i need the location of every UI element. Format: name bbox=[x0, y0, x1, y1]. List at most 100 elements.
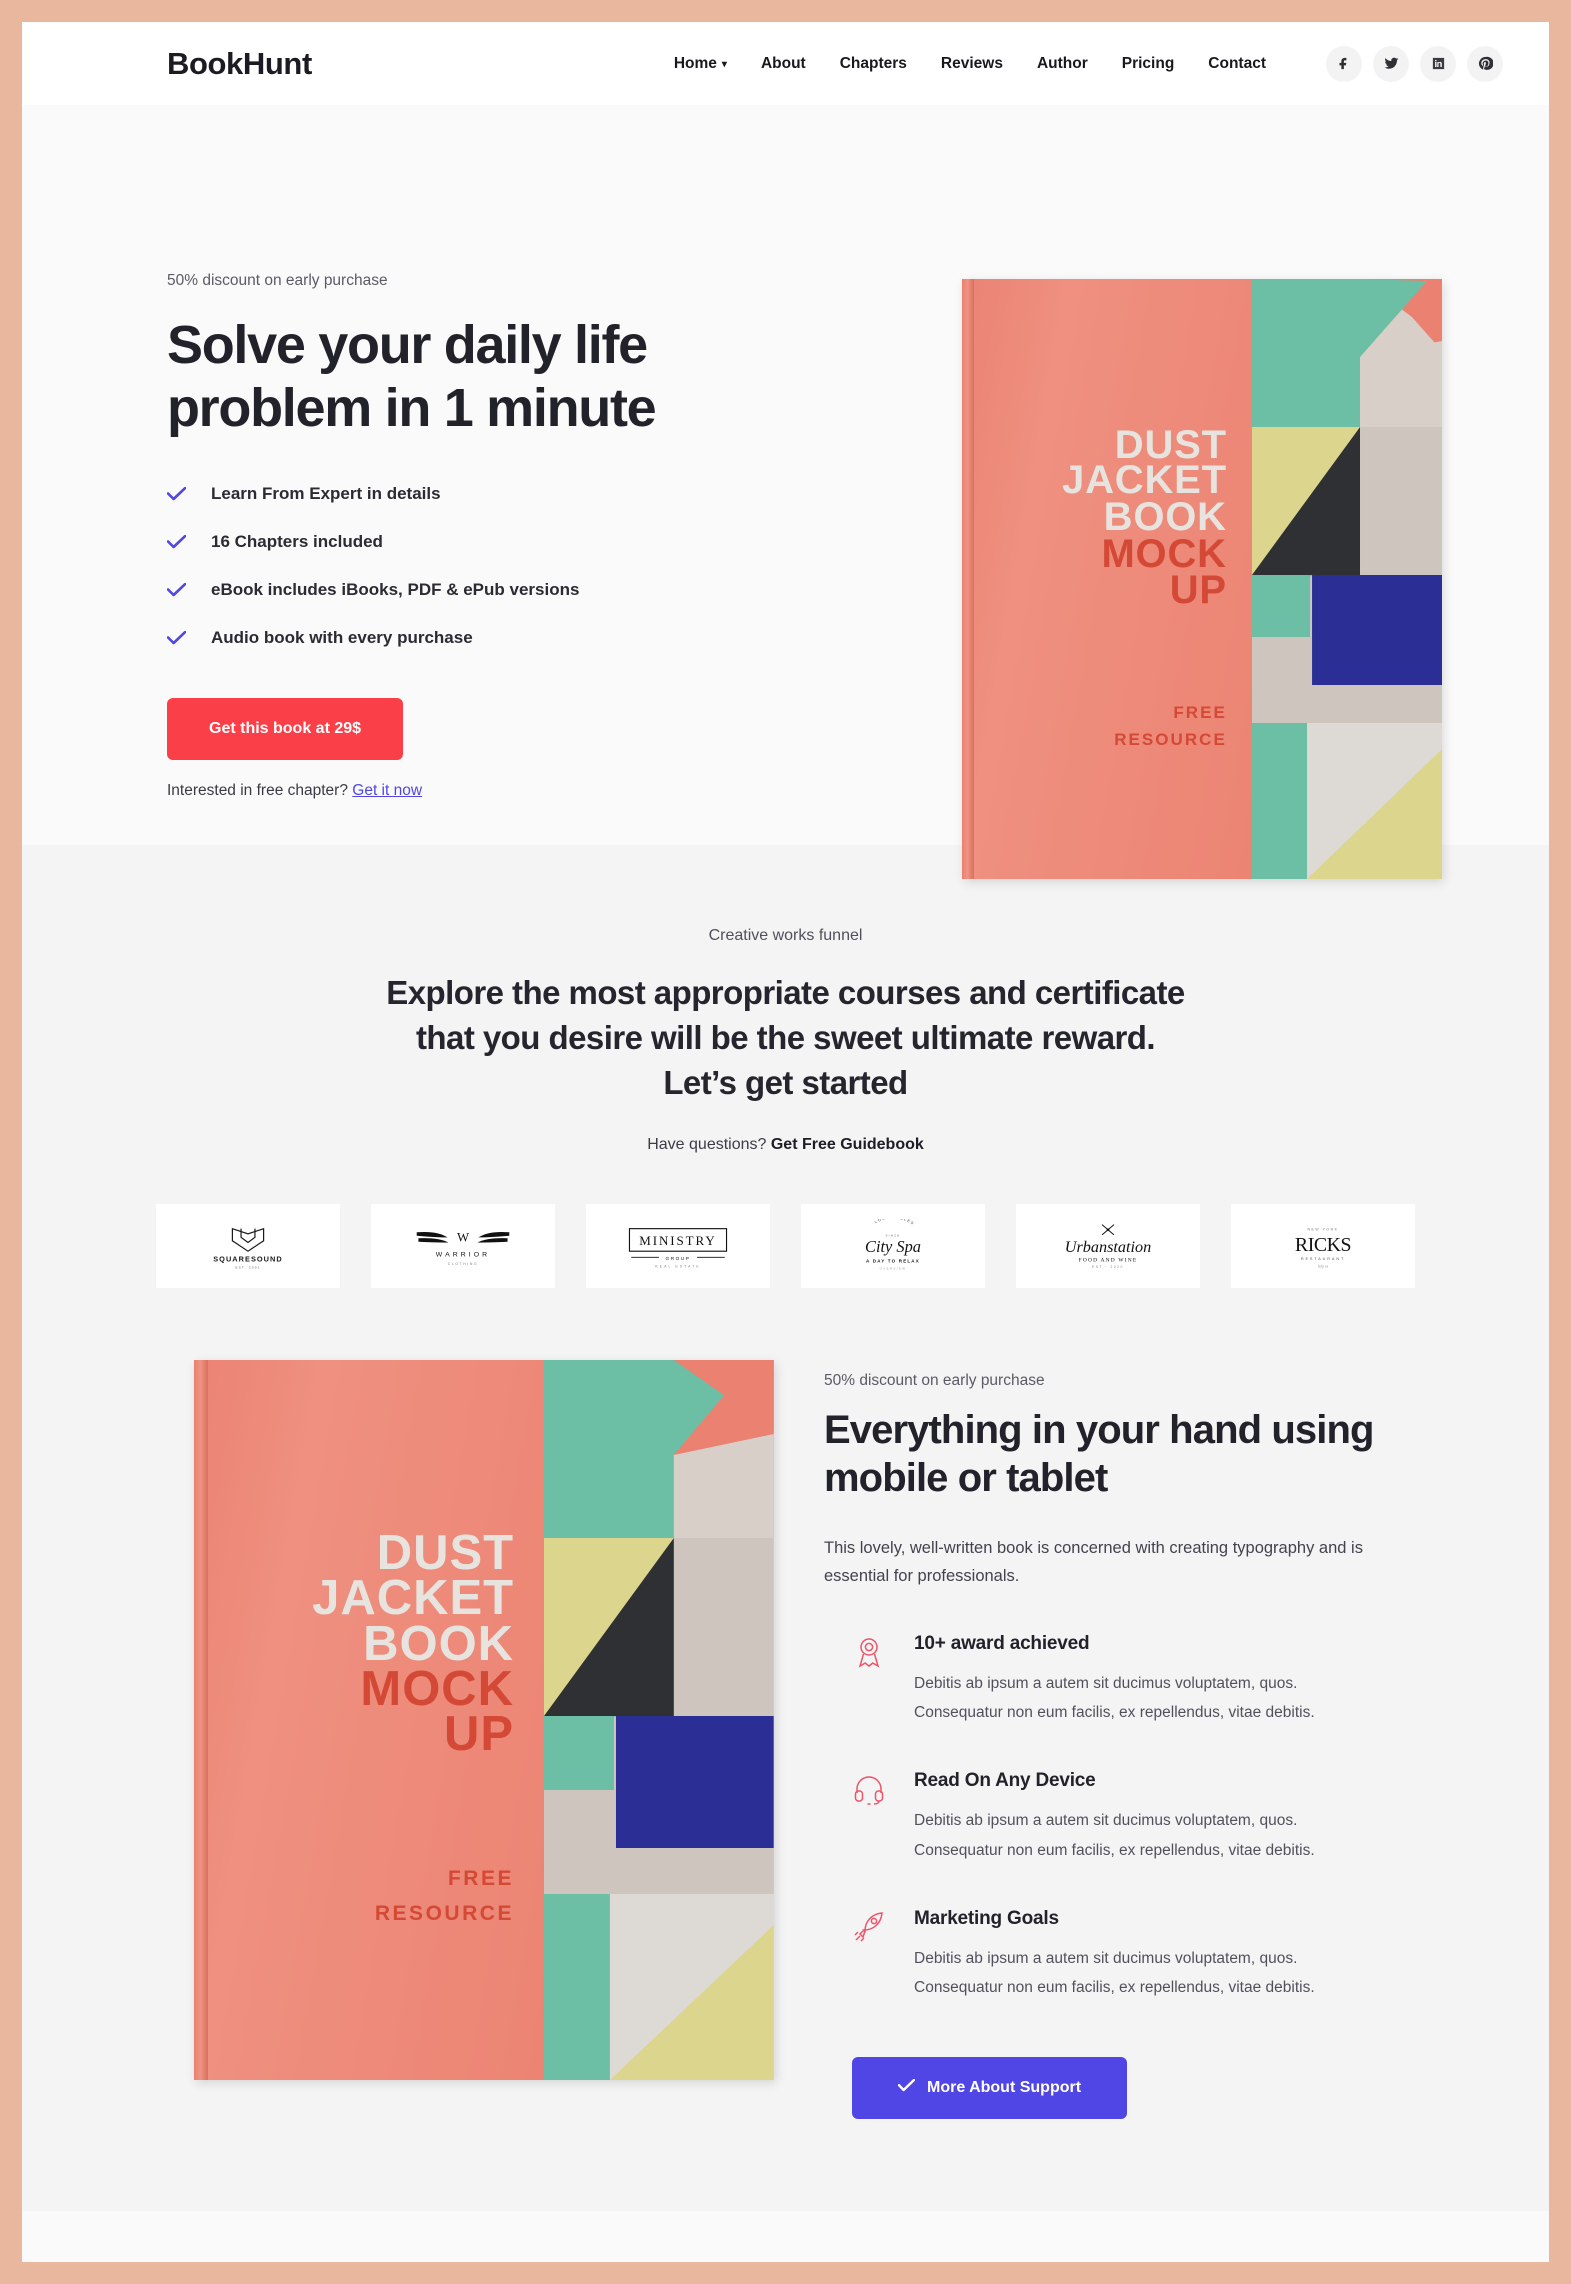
svg-text:FOOD AND WINE: FOOD AND WINE bbox=[1079, 1257, 1138, 1263]
check-icon bbox=[166, 535, 187, 549]
cover-line-jacket: JACKET bbox=[312, 1571, 515, 1626]
book-geometric-pattern bbox=[1251, 279, 1442, 879]
facebook-icon[interactable] bbox=[1326, 45, 1362, 82]
hero-feature-label: eBook includes iBooks, PDF & ePub versio… bbox=[211, 580, 580, 600]
brand-logo[interactable]: BookHunt bbox=[167, 46, 312, 82]
cover-line-free: FREE bbox=[447, 1867, 515, 1891]
nav-item-reviews[interactable]: Reviews bbox=[941, 55, 1003, 73]
pinterest-icon[interactable] bbox=[1467, 45, 1503, 82]
cover-line-free: FREE bbox=[1173, 703, 1227, 722]
free-chapter-text: Interested in free chapter? bbox=[167, 782, 348, 800]
hero-feature-label: 16 Chapters included bbox=[211, 532, 383, 552]
section3-title: Everything in your hand using mobile or … bbox=[824, 1407, 1374, 1501]
more-about-support-button[interactable]: More About Support bbox=[852, 2057, 1128, 2120]
logo-squaresound: SQUARESOUND EST. 2001 bbox=[156, 1203, 340, 1288]
svg-text:WARRIOR: WARRIOR bbox=[436, 1251, 490, 1258]
svg-text:SQUARESOUND: SQUARESOUND bbox=[213, 1254, 283, 1263]
svg-text:Urbanstation: Urbanstation bbox=[1065, 1238, 1151, 1256]
feature-device-title: Read On Any Device bbox=[914, 1770, 1096, 1792]
logo-ministry-group: MINISTRY GROUP REAL ESTATE bbox=[586, 1203, 770, 1288]
cover-line-resource: RESOURCE bbox=[1114, 730, 1227, 749]
svg-text:OVERVIEW: OVERVIEW bbox=[880, 1266, 907, 1270]
feature-device-desc-line1: Debitis ab ipsum a autem sit ducimus vol… bbox=[914, 1812, 1298, 1830]
svg-text:CLOTHING: CLOTHING bbox=[448, 1261, 479, 1265]
feature-award-desc-line1: Debitis ab ipsum a autem sit ducimus vol… bbox=[914, 1674, 1298, 1692]
social-links bbox=[1326, 45, 1503, 82]
feature-award-text: 10+ award achieved Debitis ab ipsum a au… bbox=[914, 1633, 1315, 1729]
headphones-icon bbox=[852, 1772, 886, 1806]
svg-text:A DAY TO RELAX: A DAY TO RELAX bbox=[866, 1258, 920, 1263]
navbar: BookHunt Home ▾ About Chapters Reviews A… bbox=[22, 22, 1549, 105]
feature-award-desc: Debitis ab ipsum a autem sit ducimus vol… bbox=[914, 1669, 1315, 1729]
feature-award-desc-line2: Consequatur non eum facilis, ex repellen… bbox=[914, 1704, 1315, 1722]
feature-marketing: Marketing Goals Debitis ab ipsum a autem… bbox=[824, 1908, 1429, 2004]
nav-menu: Home ▾ About Chapters Reviews Author Pri… bbox=[674, 45, 1503, 82]
get-it-now-link[interactable]: Get it now bbox=[352, 782, 422, 799]
svg-text:NEW YORK: NEW YORK bbox=[1307, 1227, 1338, 1231]
feature-device-desc-line2: Consequatur non eum facilis, ex repellen… bbox=[914, 1841, 1315, 1859]
nav-item-home[interactable]: Home ▾ bbox=[674, 55, 727, 73]
cover-line-up: UP bbox=[444, 1707, 515, 1762]
feature-marketing-text: Marketing Goals Debitis ab ipsum a autem… bbox=[914, 1908, 1315, 2004]
nav-item-pricing[interactable]: Pricing bbox=[1122, 55, 1175, 73]
courses-eyebrow: Creative works funnel bbox=[708, 927, 863, 944]
nav-item-contact[interactable]: Contact bbox=[1208, 55, 1266, 73]
book-front-cover: DUST JACKET BOOK MOCK UP FREE RESOURCE bbox=[973, 279, 1252, 879]
hero-eyebrow: 50% discount on early purchase bbox=[167, 272, 388, 289]
feature-marketing-desc-line1: Debitis ab ipsum a autem sit ducimus vol… bbox=[914, 1949, 1298, 1967]
svg-text:REAL ESTATE: REAL ESTATE bbox=[655, 1264, 701, 1268]
check-icon bbox=[166, 487, 187, 501]
more-about-support-label: More About Support bbox=[927, 2079, 1082, 2097]
nav-item-home-label: Home bbox=[673, 54, 717, 72]
courses-subtext: Have questions? Get Free Guidebook bbox=[22, 1136, 1549, 1154]
buy-book-button[interactable]: Get this book at 29$ bbox=[167, 698, 404, 761]
twitter-icon[interactable] bbox=[1373, 45, 1409, 82]
svg-text:LOS ANGELES: LOS ANGELES bbox=[874, 1219, 915, 1226]
feature-device-text: Read On Any Device Debitis ab ipsum a au… bbox=[914, 1770, 1315, 1866]
award-ribbon-icon bbox=[852, 1635, 886, 1669]
cover-line-book: BOOK bbox=[363, 1616, 515, 1671]
nav-item-about[interactable]: About bbox=[761, 55, 806, 73]
section3-eyebrow: 50% discount on early purchase bbox=[824, 1371, 1045, 1389]
logo-urbanstation: Urbanstation FOOD AND WINE EST · 2020 bbox=[1016, 1203, 1200, 1288]
svg-text:MINISTRY: MINISTRY bbox=[639, 1233, 716, 1248]
courses-section: Creative works funnel Explore the most a… bbox=[22, 845, 1549, 1288]
svg-text:help us: help us bbox=[1318, 1264, 1329, 1268]
logo-warrior-clothing: W WARRIOR CLOTHING bbox=[371, 1203, 555, 1288]
rocket-icon bbox=[852, 1910, 886, 1944]
feature-marketing-title: Marketing Goals bbox=[914, 1907, 1059, 1929]
logo-city-spa: LOS ANGELES SINCE City Spa A DAY TO RELA… bbox=[801, 1203, 985, 1288]
section3-book-mockup: DUST JACKET BOOK MOCK UP FREE RESOURCE bbox=[194, 1359, 774, 2080]
check-icon bbox=[897, 2078, 916, 2097]
book-geometric-pattern bbox=[544, 1359, 774, 2080]
feature-award-title: 10+ award achieved bbox=[914, 1632, 1090, 1654]
cover-line-dust: DUST bbox=[376, 1525, 515, 1580]
hero-book-mockup: DUST JACKET BOOK MOCK UP FREE RESOURCE bbox=[962, 279, 1442, 879]
have-questions-text: Have questions? bbox=[647, 1135, 767, 1153]
check-icon bbox=[166, 631, 187, 645]
linkedin-icon[interactable] bbox=[1420, 45, 1456, 82]
hero-feature-label: Learn From Expert in details bbox=[211, 484, 441, 504]
feature-award: 10+ award achieved Debitis ab ipsum a au… bbox=[824, 1633, 1429, 1729]
hero-section: 50% discount on early purchase Solve you… bbox=[22, 105, 1549, 879]
hero-feature-label: Audio book with every purchase bbox=[211, 628, 473, 648]
svg-text:EST. 2001: EST. 2001 bbox=[235, 1265, 260, 1269]
svg-text:City Spa: City Spa bbox=[865, 1237, 921, 1256]
svg-text:GROUP: GROUP bbox=[666, 1255, 691, 1260]
svg-text:EST · 2020: EST · 2020 bbox=[1092, 1265, 1124, 1269]
get-free-guidebook-link[interactable]: Get Free Guidebook bbox=[771, 1136, 924, 1153]
feature-device-desc: Debitis ab ipsum a autem sit ducimus vol… bbox=[914, 1806, 1315, 1866]
check-icon bbox=[166, 583, 187, 597]
svg-text:RICKS: RICKS bbox=[1295, 1234, 1351, 1256]
mobile-tablet-section: DUST JACKET BOOK MOCK UP FREE RESOURCE 5… bbox=[22, 1287, 1549, 2212]
section3-paragraph: This lovely, well-written book is concer… bbox=[824, 1539, 1363, 1585]
book-spine bbox=[962, 279, 974, 879]
section3-book-col: DUST JACKET BOOK MOCK UP FREE RESOURCE bbox=[22, 1359, 774, 2120]
nav-item-chapters[interactable]: Chapters bbox=[840, 55, 907, 73]
book-spine bbox=[194, 1359, 208, 2080]
logo-ricks-restaurant: NEW YORK RICKS RESTAURANT help us bbox=[1231, 1203, 1415, 1288]
svg-text:RESTAURANT: RESTAURANT bbox=[1301, 1256, 1345, 1260]
page-frame: BookHunt Home ▾ About Chapters Reviews A… bbox=[22, 22, 1549, 2262]
courses-title: Explore the most appropriate courses and… bbox=[386, 974, 1185, 1101]
nav-item-author[interactable]: Author bbox=[1037, 55, 1088, 73]
